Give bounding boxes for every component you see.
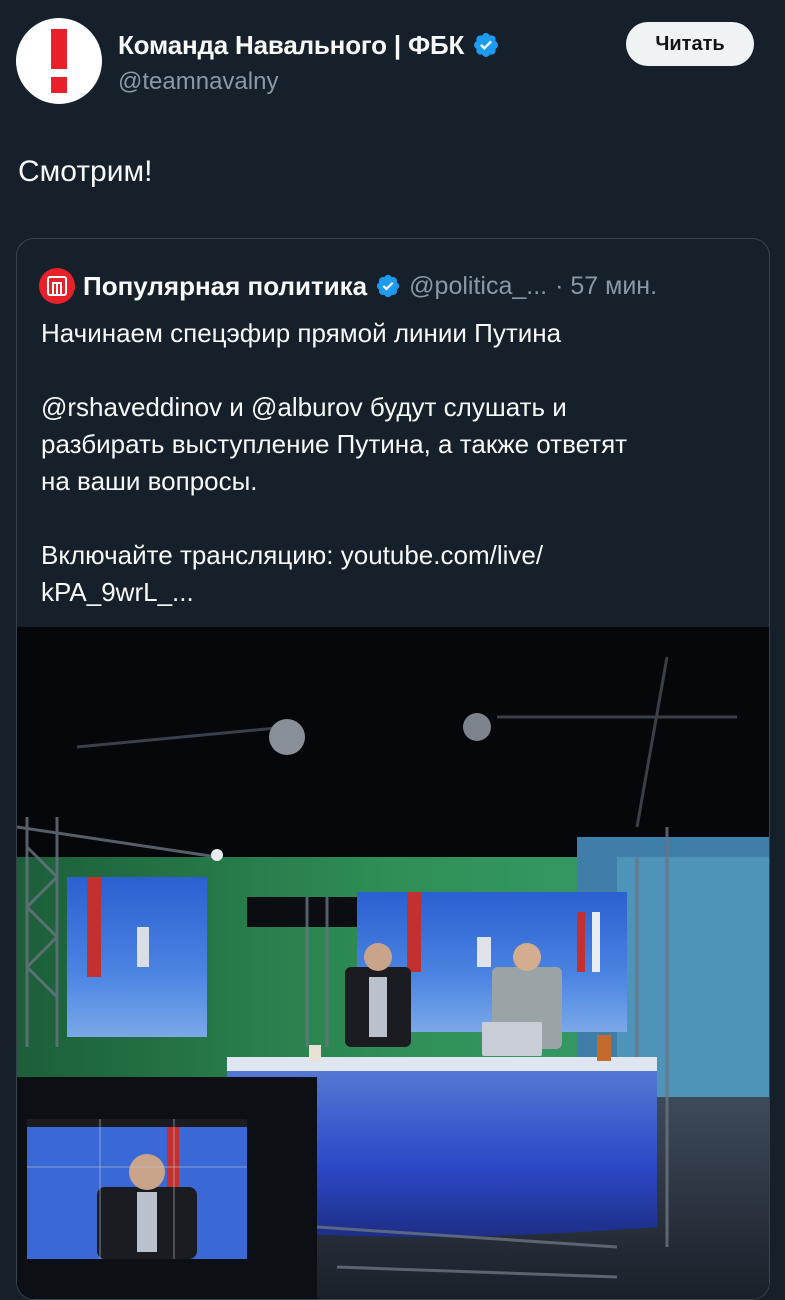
quoted-link-line[interactable]: Включайте трансляцию: youtube.com/live/ [41,537,741,574]
verified-badge-icon [377,274,400,298]
quoted-line: Начинаем спецэфир прямой линии Путина [41,318,562,348]
pp-glyph-icon [47,276,67,296]
follow-button[interactable]: Читать [626,22,754,66]
studio-photo-illustration [17,627,769,1299]
exclamation-logo-icon [51,29,67,93]
verified-badge-icon [474,33,499,57]
tweet-text: Смотрим! [18,155,153,188]
quoted-tweet[interactable]: Популярная политика @politica_... · 57 м… [16,238,770,1300]
quoted-time[interactable]: · 57 мин. [555,272,657,301]
quoted-line: разбирать выступление Путина, а также от… [41,429,628,459]
author-display-name[interactable]: Команда Навального | ФБК [118,30,464,61]
tweet-header: Команда Навального | ФБК @teamnavalny Чи… [0,0,785,120]
studio-photo[interactable] [17,627,769,1299]
quoted-header: Популярная политика @politica_... · 57 м… [39,268,657,304]
quoted-text: Начинаем спецэфир прямой линии Путина @r… [41,315,741,611]
quoted-handle[interactable]: @politica_... [409,272,547,301]
quoted-line: @rshaveddinov и @alburov будут слушать и [41,392,567,422]
quoted-display-name[interactable]: Популярная политика [83,271,367,302]
quoted-link-line[interactable]: kPA_9wrL_... [41,574,741,611]
author-name-row[interactable]: Команда Навального | ФБК [118,28,500,62]
author-avatar[interactable] [16,18,102,104]
quoted-line: на ваши вопросы. [41,466,258,496]
popular-politics-logo-icon[interactable] [39,268,75,304]
author-handle[interactable]: @teamnavalny [118,68,278,96]
